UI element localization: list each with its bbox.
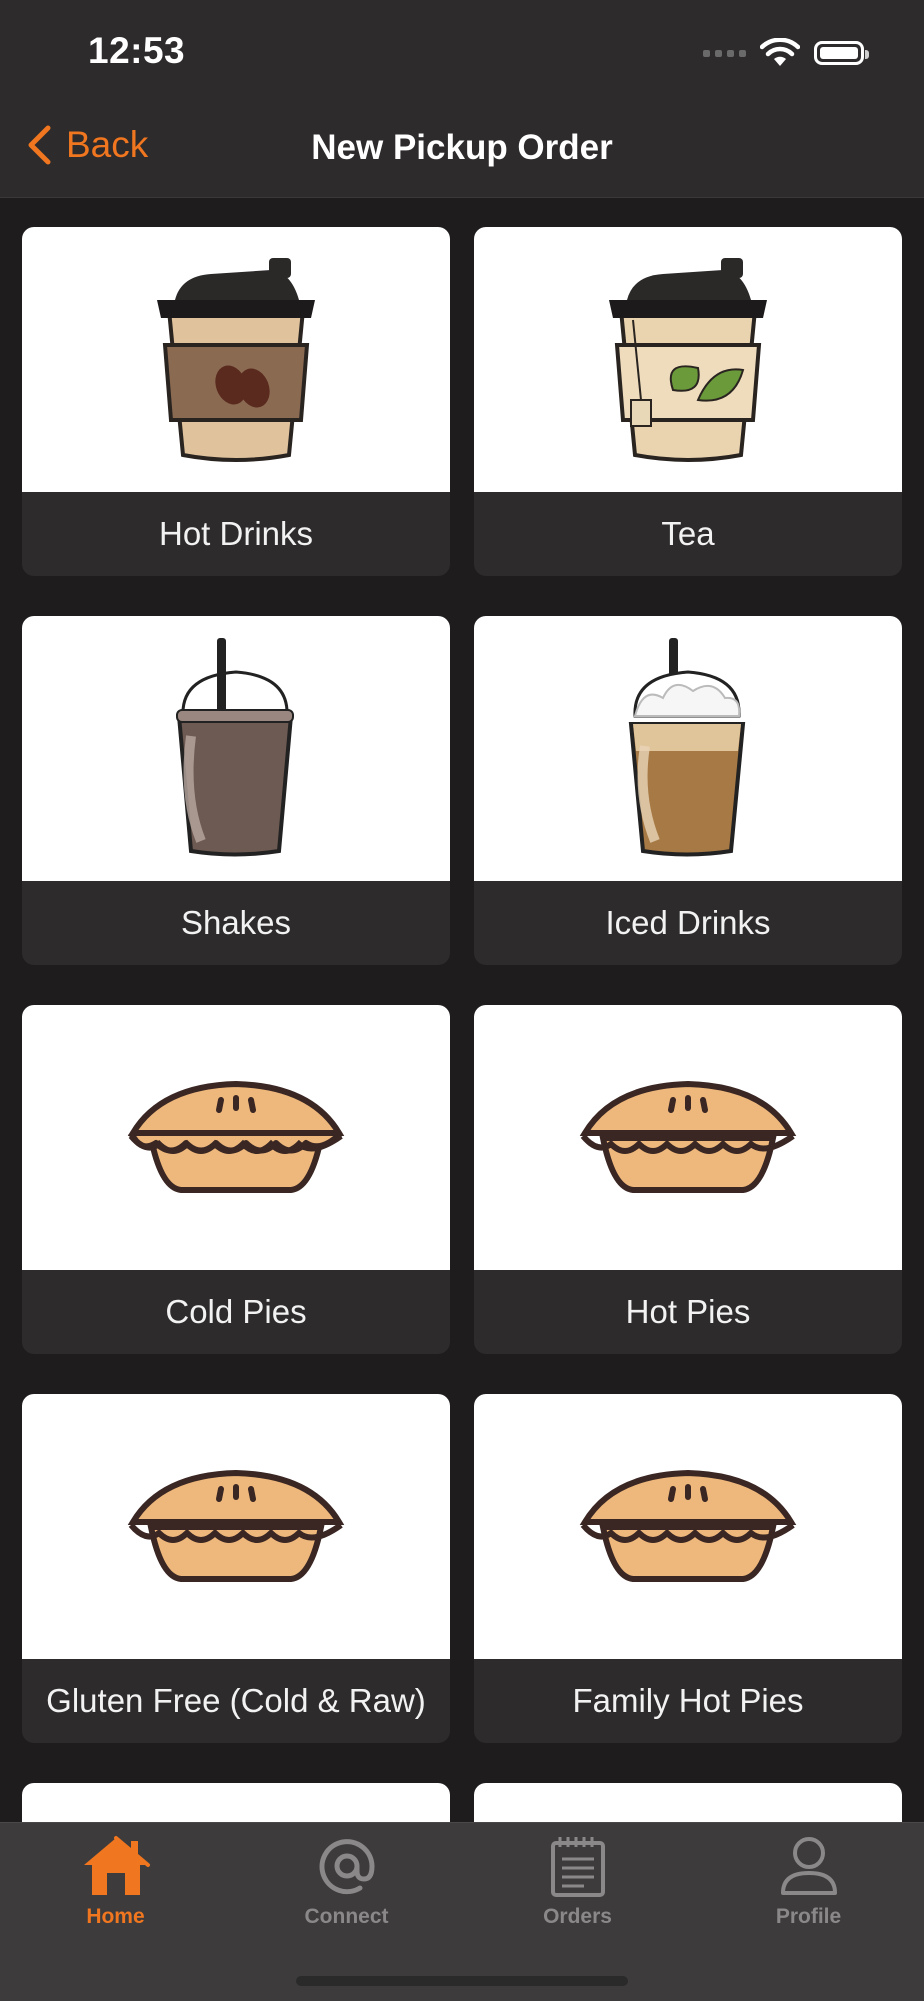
- category-card-gluten-free[interactable]: Gluten Free (Cold & Raw): [22, 1394, 450, 1743]
- tab-label: Home: [86, 1905, 145, 1928]
- category-image: [474, 1394, 902, 1659]
- pie-icon: [127, 1080, 345, 1193]
- category-label: Iced Drinks: [605, 904, 771, 941]
- category-card-family-hot-pies[interactable]: Family Hot Pies: [474, 1394, 902, 1743]
- tab-profile[interactable]: Profile: [693, 1823, 924, 1943]
- navigation-bar: 12:53 Back New Pickup Order: [0, 0, 924, 198]
- pie-icon: [127, 1469, 345, 1582]
- cellular-signal-icon: [703, 49, 746, 57]
- shake-cup-icon: [176, 638, 294, 857]
- category-card-tea[interactable]: Tea: [474, 227, 902, 576]
- tea-cup-icon: [609, 257, 767, 462]
- category-image: [22, 227, 450, 492]
- coffee-cup-icon: [157, 257, 315, 462]
- tab-label: Connect: [304, 1905, 389, 1928]
- status-indicators: [703, 36, 869, 70]
- category-image: [22, 1005, 450, 1270]
- at-icon: [319, 1839, 375, 1895]
- notepad-icon: [550, 1837, 605, 1897]
- pie-icon: [579, 1080, 797, 1193]
- page-title: New Pickup Order: [311, 128, 613, 167]
- home-indicator: [296, 1976, 628, 1986]
- tab-connect[interactable]: Connect: [231, 1823, 462, 1943]
- battery-icon: [814, 41, 869, 65]
- pie-icon: [579, 1469, 797, 1582]
- tab-label: Orders: [543, 1905, 612, 1928]
- category-label: Tea: [661, 515, 715, 552]
- category-card-hot-pies[interactable]: Hot Pies: [474, 1005, 902, 1354]
- category-label: Shakes: [180, 904, 292, 941]
- category-card-cold-pies[interactable]: Cold Pies: [22, 1005, 450, 1354]
- tab-orders[interactable]: Orders: [462, 1823, 693, 1943]
- tab-label: Profile: [775, 1905, 842, 1928]
- category-image: [474, 616, 902, 881]
- person-icon: [780, 1837, 837, 1895]
- category-image: [474, 1005, 902, 1270]
- category-label: Hot Pies: [625, 1293, 751, 1330]
- category-label: Cold Pies: [165, 1293, 307, 1330]
- category-card-shakes[interactable]: Shakes: [22, 616, 450, 965]
- category-label: Hot Drinks: [158, 515, 314, 552]
- home-icon: [83, 1836, 150, 1895]
- category-image: [22, 616, 450, 881]
- wifi-icon: [760, 38, 800, 66]
- category-image: [474, 227, 902, 492]
- category-label: Family Hot Pies: [572, 1682, 804, 1719]
- tab-bar: Home Connect Orders Profile: [0, 1822, 924, 2001]
- category-card-hot-drinks[interactable]: Hot Drinks: [22, 227, 450, 576]
- category-card-iced-drinks[interactable]: Iced Drinks: [474, 616, 902, 965]
- status-time: 12:53: [88, 30, 186, 71]
- category-image: [22, 1394, 450, 1659]
- iced-drink-icon: [628, 638, 746, 857]
- category-label: Gluten Free (Cold & Raw): [46, 1682, 426, 1719]
- tab-home[interactable]: Home: [0, 1823, 231, 1943]
